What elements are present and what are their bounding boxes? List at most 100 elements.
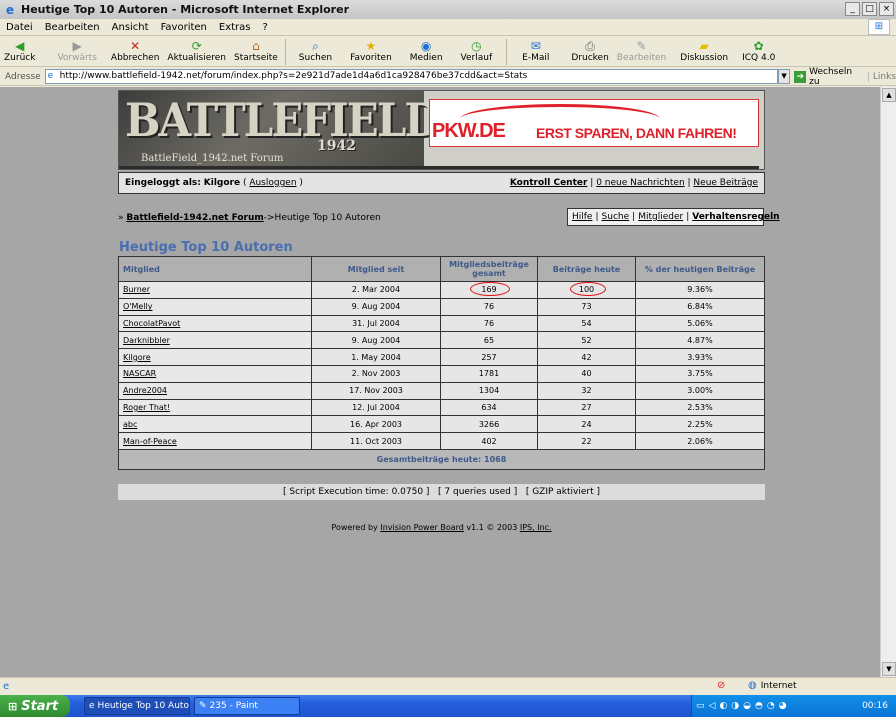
search-icon: ⌕	[312, 39, 319, 53]
total-cell: 76	[440, 297, 538, 316]
member-link[interactable]: abc	[123, 420, 137, 429]
media-button[interactable]: ◉ Medien	[406, 37, 447, 63]
table-row: Burner 2. Mar 2004 169 100 9.36%	[118, 281, 765, 299]
maximize-button[interactable]: □	[862, 2, 877, 16]
taskbar-item-paint[interactable]: ✎ 235 - Paint	[194, 697, 300, 715]
start-button[interactable]: ⊞ Start	[0, 695, 70, 717]
rules-link[interactable]: Verhaltensregeln	[692, 212, 779, 222]
links-button[interactable]: Links	[867, 71, 896, 82]
back-button[interactable]: ◀ Zurück	[0, 37, 39, 63]
clock[interactable]: 00:16	[862, 701, 896, 711]
ipb-link[interactable]: Invision Power Board	[380, 523, 464, 532]
volume-icon[interactable]: ◁	[709, 701, 716, 711]
member-link[interactable]: O'Melly	[123, 302, 153, 311]
go-label: Wechseln zu	[809, 66, 853, 87]
search-label: Suchen	[298, 53, 333, 63]
scroll-up-button[interactable]: ▲	[882, 88, 896, 102]
member-cell: abc	[118, 415, 312, 434]
today-cell: 73	[537, 297, 636, 316]
powered-version: v1.1 © 2003	[466, 523, 518, 532]
members-link[interactable]: Mitglieder	[638, 212, 683, 222]
since-cell: 2. Nov 2003	[311, 364, 441, 383]
print-button[interactable]: ⎙ Drucken	[567, 37, 612, 63]
member-link[interactable]: ChocolatPavot	[123, 319, 180, 328]
column-header-percent: % der heutigen Beiträge	[635, 256, 765, 282]
member-cell: Kilgore	[118, 348, 312, 366]
tray-icon[interactable]: ◐	[719, 701, 727, 711]
table-body: Burner 2. Mar 2004 169 100 9.36% O'Melly 9. A…	[118, 281, 765, 470]
percent-cell: 9.36%	[635, 281, 765, 299]
page-icon: e	[47, 71, 54, 81]
stop-button[interactable]: ✕ Abbrechen	[107, 37, 164, 63]
menu-help[interactable]: ?	[257, 22, 274, 33]
vertical-scrollbar[interactable]: ▲ ▼	[880, 87, 896, 677]
go-button[interactable]: ➜ Wechseln zu	[790, 67, 867, 87]
forum-nav-links: Hilfe | Suche | Mitglieder | Verhaltensrege…	[567, 208, 780, 226]
total-cell: 1304	[440, 381, 538, 400]
favorites-button[interactable]: ★ Favoriten	[346, 37, 396, 63]
percent-cell: 2.53%	[635, 398, 765, 417]
percent-cell: 3.93%	[635, 348, 765, 366]
messages-link[interactable]: 0 neue Nachrichten	[596, 178, 684, 188]
menu-extras[interactable]: Extras	[213, 22, 257, 33]
since-cell: 12. Jul 2004	[311, 398, 441, 417]
breadcrumb-home-link[interactable]: Battlefield-1942.net Forum	[126, 213, 263, 223]
logout-link[interactable]: Ausloggen	[249, 178, 296, 188]
back-label: Zurück	[4, 53, 36, 63]
edit-button[interactable]: ✎ Bearbeiten	[613, 37, 670, 63]
member-link[interactable]: Darknibbler	[123, 336, 170, 345]
refresh-button[interactable]: ⟳ Aktualisieren	[163, 37, 230, 63]
refresh-icon: ⟳	[191, 39, 202, 53]
login-status: Eingeloggt als: Kilgore ( Ausloggen )	[125, 178, 303, 188]
search-link[interactable]: Suche	[602, 212, 630, 222]
popup-blocked-icon[interactable]: ⊘	[717, 680, 725, 691]
menu-bearbeiten[interactable]: Bearbeiten	[39, 22, 106, 33]
close-button[interactable]: ×	[879, 2, 894, 16]
member-link[interactable]: Man-of-Peace	[123, 437, 177, 446]
address-dropdown-button[interactable]: ▼	[777, 69, 791, 84]
login-prefix: Eingeloggt als:	[125, 178, 201, 188]
discuss-button[interactable]: ▰ Diskussion	[676, 37, 732, 63]
tray-icon[interactable]: ◔	[767, 701, 775, 711]
control-center-link[interactable]: Kontroll Center	[510, 178, 588, 188]
tray-icon[interactable]: ◑	[731, 701, 739, 711]
menu-datei[interactable]: Datei	[0, 22, 39, 33]
icq-button[interactable]: ✿ ICQ 4.0	[738, 37, 779, 63]
forward-button[interactable]: ▶ Vorwärts	[53, 37, 100, 63]
taskbar-item-ie[interactable]: e Heutige Top 10 Autor...	[84, 697, 190, 715]
address-input[interactable]: e http://www.battlefield-1942.net/forum/i…	[44, 69, 778, 84]
mail-button[interactable]: ✉ E-Mail	[518, 37, 553, 63]
since-cell: 31. Jul 2004	[311, 314, 441, 333]
banner-subtitle: BattleField_1942.net Forum	[141, 153, 284, 164]
stop-label: Abbrechen	[110, 53, 160, 63]
since-cell: 17. Nov 2003	[311, 381, 441, 400]
member-link[interactable]: Roger That!	[123, 403, 170, 412]
tray-icon[interactable]: ◒	[743, 701, 751, 711]
advertisement-banner[interactable]: PKW.DE ERST SPAREN, DANN FAHREN!	[429, 99, 759, 147]
search-button[interactable]: ⌕ Suchen	[295, 37, 336, 63]
menu-ansicht[interactable]: Ansicht	[106, 22, 155, 33]
menu-favoriten[interactable]: Favoriten	[155, 22, 213, 33]
home-button[interactable]: ⌂ Startseite	[230, 37, 282, 63]
toolbar-separator	[284, 39, 286, 65]
banner-title: BATTLEFIELD	[125, 93, 441, 147]
scroll-down-button[interactable]: ▼	[882, 662, 896, 676]
banner-stripe	[119, 166, 759, 169]
new-posts-link[interactable]: Neue Beiträge	[693, 178, 758, 188]
network-icon[interactable]: ▭	[696, 701, 705, 711]
tray-icon[interactable]: ◕	[779, 701, 787, 711]
favorites-label: Favoriten	[350, 53, 392, 63]
member-link[interactable]: Burner	[123, 285, 150, 294]
help-link[interactable]: Hilfe	[572, 212, 592, 222]
ips-link[interactable]: IPS, Inc.	[520, 523, 552, 532]
history-button[interactable]: ◷ Verlauf	[457, 37, 497, 63]
tray-icon[interactable]: ◓	[755, 701, 763, 711]
member-link[interactable]: NASCAR	[123, 369, 156, 378]
minimize-button[interactable]: _	[845, 2, 860, 16]
today-cell: 100	[537, 281, 636, 299]
member-link[interactable]: Andre2004	[123, 386, 167, 395]
member-link[interactable]: Kilgore	[123, 353, 151, 362]
percent-cell: 5.06%	[635, 314, 765, 333]
window-titlebar[interactable]: e Heutige Top 10 Autoren - Microsoft Int…	[0, 0, 896, 19]
home-label: Startseite	[234, 53, 278, 63]
